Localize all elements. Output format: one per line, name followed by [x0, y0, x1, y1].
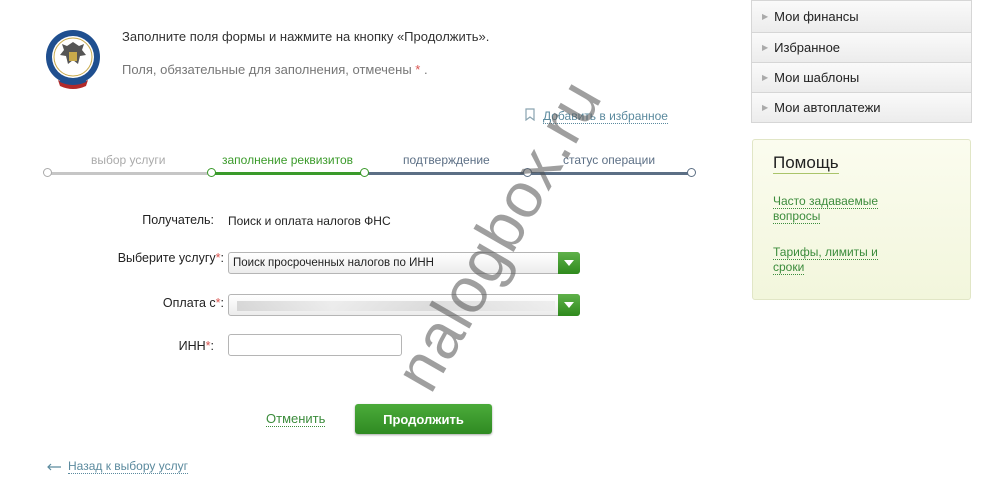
- menu-item-autopayments[interactable]: ▶ Мои автоплатежи: [751, 93, 972, 123]
- faq-link-line1[interactable]: Часто задаваемые: [773, 194, 879, 209]
- step-label-status: статус операции: [563, 153, 656, 167]
- cancel-button[interactable]: Отменить: [266, 412, 326, 427]
- step-dot-4: [523, 168, 532, 177]
- inn-label-colon: :: [210, 339, 214, 353]
- bookmark-icon: [525, 108, 535, 124]
- add-to-favorites[interactable]: Добавить в избранное: [525, 108, 668, 124]
- redacted-account-value: [237, 301, 555, 311]
- step-dot-5: [687, 168, 696, 177]
- back-link[interactable]: Назад к выбору услуг: [68, 459, 188, 474]
- triangle-right-icon: ▶: [762, 73, 769, 82]
- payment-label-colon: :: [220, 296, 224, 310]
- inn-label: ИНН*:: [150, 339, 214, 353]
- continue-button[interactable]: Продолжить: [355, 404, 492, 434]
- tariffs-link-line2[interactable]: сроки: [773, 260, 805, 275]
- tariffs-link[interactable]: Тарифы, лимиты и сроки: [773, 245, 878, 275]
- inn-input[interactable]: [228, 334, 402, 356]
- service-label: Выберите услугу*:: [90, 251, 224, 265]
- service-select[interactable]: Поиск просроченных налогов по ИНН: [228, 252, 580, 274]
- menu-item-label: Мои автоплатежи: [774, 100, 881, 115]
- service-label-text: Выберите услугу: [117, 251, 216, 265]
- inn-label-text: ИНН: [178, 339, 206, 353]
- menu-item-templates[interactable]: ▶ Мои шаблоны: [751, 63, 972, 93]
- recipient-label: Получатель:: [142, 213, 214, 227]
- side-menu: ▶ Мои финансы ▶ Избранное ▶ Мои шаблоны ▶ Мо…: [751, 0, 972, 123]
- menu-item-finances[interactable]: ▶ Мои финансы: [751, 0, 972, 33]
- step-label-service: выбор услуги: [91, 153, 166, 167]
- step-label-details: заполнение реквизитов: [222, 153, 354, 167]
- required-asterisk: *: [415, 62, 421, 77]
- faq-link-line2[interactable]: вопросы: [773, 209, 821, 224]
- step-label-confirm: подтверждение: [403, 153, 490, 167]
- chevron-down-icon[interactable]: [558, 252, 580, 274]
- required-note-dot: .: [423, 62, 428, 77]
- recipient-value: Поиск и оплата налогов ФНС: [228, 214, 391, 228]
- menu-item-favorites[interactable]: ▶ Избранное: [751, 33, 972, 63]
- service-select-value: Поиск просроченных налогов по ИНН: [233, 257, 434, 269]
- faq-link[interactable]: Часто задаваемые вопросы: [773, 194, 879, 224]
- chevron-down-icon[interactable]: [558, 294, 580, 316]
- help-title: Помощь: [773, 153, 839, 174]
- payment-source-select[interactable]: [228, 294, 580, 316]
- add-to-favorites-link[interactable]: Добавить в избранное: [543, 109, 668, 124]
- intro-required-note: Поля, обязательные для заполнения, отмеч…: [122, 62, 428, 77]
- triangle-right-icon: ▶: [762, 103, 769, 112]
- step-line-done: [47, 172, 211, 175]
- step-dot-1: [43, 168, 52, 177]
- triangle-right-icon: ▶: [762, 43, 769, 52]
- progress-stepper: выбор услуги заполнение реквизитов подтв…: [0, 150, 740, 190]
- menu-item-label: Избранное: [774, 40, 841, 55]
- payment-label-text: Оплата с: [162, 296, 216, 310]
- required-note-text: Поля, обязательные для заполнения, отмеч…: [122, 62, 412, 77]
- fns-emblem-logo: [44, 28, 102, 92]
- service-label-colon: :: [220, 251, 224, 265]
- step-line-active: [211, 172, 364, 175]
- intro-instruction: Заполните поля формы и нажмите на кнопку…: [122, 29, 490, 44]
- menu-item-label: Мои финансы: [774, 9, 859, 24]
- menu-item-label: Мои шаблоны: [774, 70, 860, 85]
- triangle-right-icon: ▶: [762, 12, 769, 21]
- step-dot-3: [360, 168, 369, 177]
- payment-label: Оплата с*:: [110, 296, 224, 310]
- arrow-left-icon: [46, 460, 62, 474]
- tariffs-link-line1[interactable]: Тарифы, лимиты и: [773, 245, 878, 260]
- back-to-services[interactable]: Назад к выбору услуг: [46, 459, 188, 474]
- step-dot-2: [207, 168, 216, 177]
- help-panel: Помощь Часто задаваемые вопросы Тарифы, …: [752, 139, 971, 300]
